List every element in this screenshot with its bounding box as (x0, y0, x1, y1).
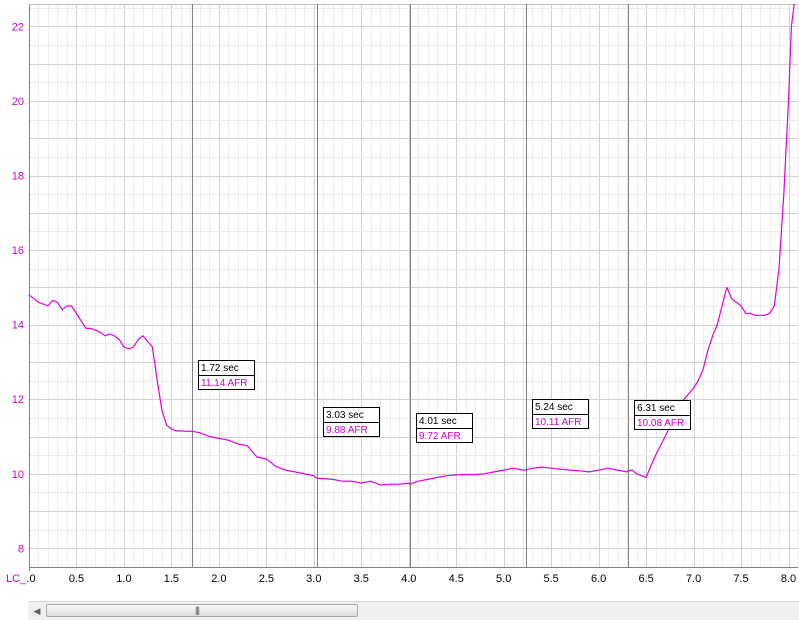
cursor-time-label: 4.01 sec (419, 416, 457, 427)
y-tick-label: 22 (12, 21, 24, 33)
x-tick-label: 4.0 (401, 573, 416, 585)
x-tick-label: 7.5 (733, 573, 748, 585)
y-tick-label: 12 (12, 394, 24, 406)
x-tick-label: 1.0 (116, 573, 131, 585)
x-tick-label: 6.0 (591, 573, 606, 585)
cursor-value-label: 10.11 AFR (535, 417, 582, 428)
x-tick-label: 2.5 (259, 573, 274, 585)
x-tick-label: 5.5 (544, 573, 559, 585)
x-tick-label: 3.5 (354, 573, 369, 585)
x-tick-label: 5.0 (496, 573, 511, 585)
x-tick-label: .0 (26, 573, 35, 585)
y-tick-label: 8 (18, 543, 24, 555)
cursor-value-label: 10.08 AFR (637, 418, 684, 429)
x-tick-label: 8.0 (781, 573, 796, 585)
scrollbar-grip-icon: ||| (195, 605, 200, 615)
x-tick-label: 3.0 (306, 573, 321, 585)
y-tick-label: 14 (12, 320, 24, 332)
x-tick-label: 0.5 (69, 573, 84, 585)
x-tick-label: 4.5 (449, 573, 464, 585)
scroll-left-arrow-icon[interactable]: ◀ (28, 602, 46, 620)
x-tick-label: 1.5 (164, 573, 179, 585)
x-tick-label: 2.0 (211, 573, 226, 585)
cursor-time-label: 1.72 sec (201, 363, 239, 374)
horizontal-scrollbar[interactable]: ◀ ||| (28, 601, 799, 620)
x-tick-label: 7.0 (686, 573, 701, 585)
y-tick-label: 16 (12, 245, 24, 257)
y-tick-label: 10 (12, 469, 24, 481)
x-tick-label: 6.5 (638, 573, 653, 585)
y-tick-label: 20 (12, 96, 24, 108)
cursor-value-label: 9.88 AFR (326, 425, 368, 436)
afr-line-chart: 8 10 12 14 16 18 20 22 .0 0.5 1.0 1.5 2.0 2.5 3.0 3.5 4.… (6, 3, 799, 585)
cursor-time-label: 5.24 sec (535, 402, 573, 413)
cursor-time-label: 6.31 sec (637, 403, 675, 414)
cursor-value-label: 9.72 AFR (419, 431, 461, 442)
cursor-value-label: 11.14 AFR (201, 378, 248, 389)
series-axis-label: LC_ (6, 573, 27, 585)
scrollbar-thumb[interactable]: ||| (46, 604, 358, 617)
y-tick-label: 18 (12, 171, 24, 183)
cursor-time-label: 3.03 sec (326, 410, 364, 421)
